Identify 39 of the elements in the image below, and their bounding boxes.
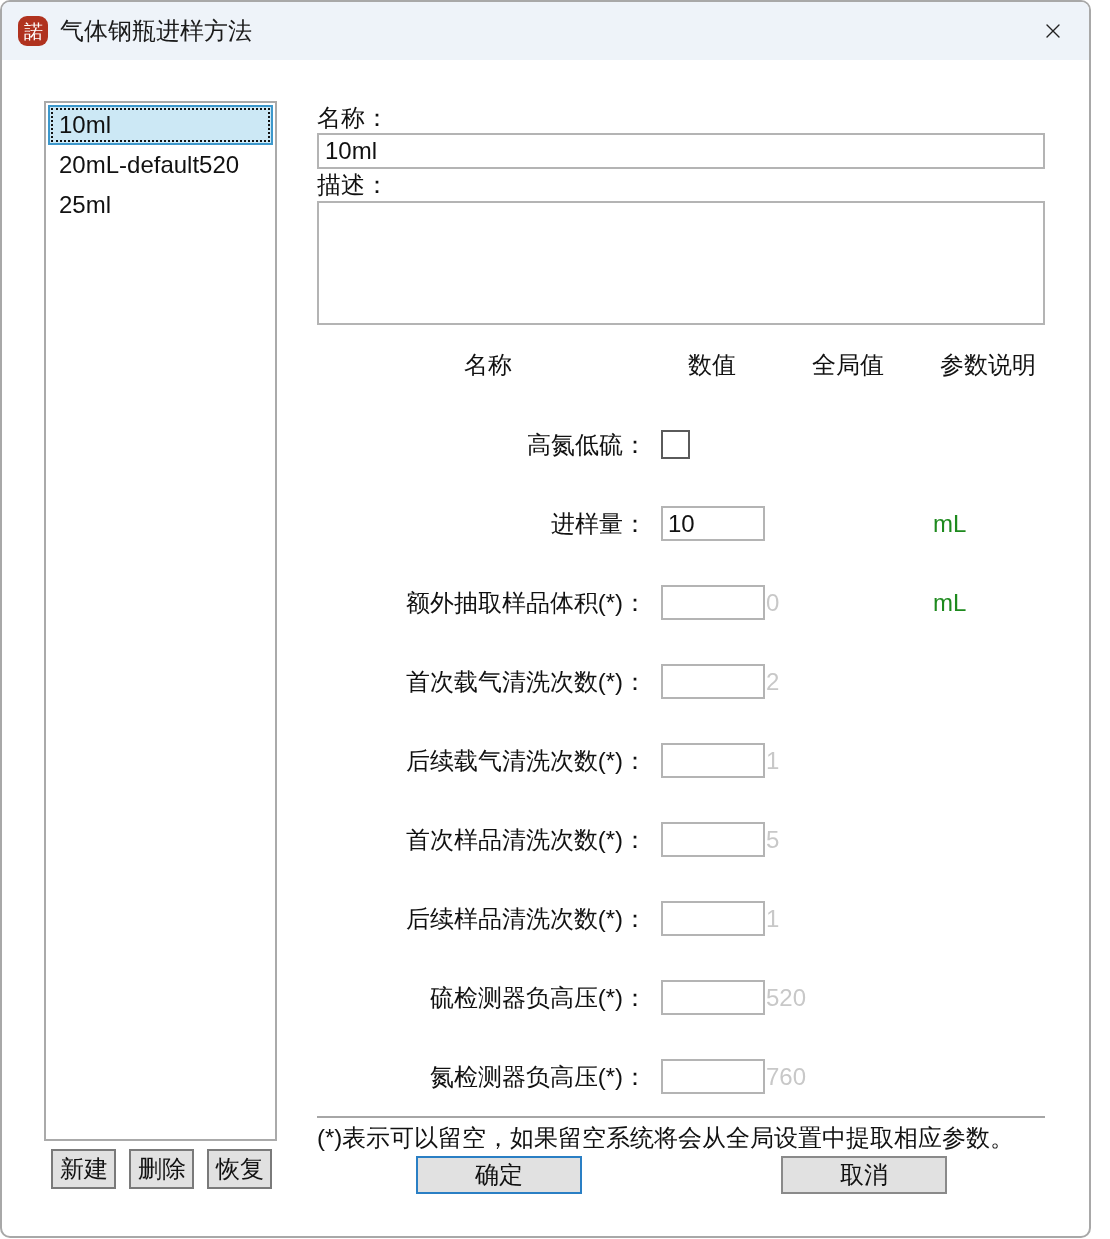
parameter-label: 氮检测器负高压(*)：	[429, 1061, 647, 1092]
unit-label: mL	[933, 508, 967, 539]
description-label: 描述：	[317, 170, 390, 200]
parameter-label: 额外抽取样品体积(*)：	[405, 587, 647, 618]
parameter-label: 后续载气清洗次数(*)：	[405, 745, 647, 776]
note-text: (*)表示可以留空，如果留空系统将会从全局设置中提取相应参数。	[317, 1123, 1016, 1153]
column-header: 数值	[688, 350, 736, 380]
method-list-item[interactable]: 20mL-default520	[48, 145, 273, 185]
parameter-label: 进样量：	[551, 508, 647, 539]
name-label: 名称：	[317, 103, 390, 133]
method-list-item[interactable]: 10ml	[48, 105, 273, 145]
column-header: 名称	[464, 350, 512, 380]
input-field[interactable]: 10	[661, 506, 765, 541]
input-field[interactable]	[661, 980, 765, 1015]
parameter-label: 高氮低硫：	[527, 429, 647, 460]
column-header: 参数说明	[940, 350, 1036, 380]
name-input[interactable]: 10ml	[317, 133, 1045, 169]
method-list-item[interactable]: 25ml	[48, 185, 273, 225]
column-header: 全局值	[812, 350, 884, 380]
input-field[interactable]	[661, 664, 765, 699]
dialog-button[interactable]: 取消	[781, 1156, 947, 1194]
list-action-button[interactable]: 新建	[51, 1149, 116, 1189]
parameter-label: 首次载气清洗次数(*)：	[405, 666, 647, 697]
list-action-button[interactable]: 删除	[129, 1149, 194, 1189]
dialog-button[interactable]: 确定	[416, 1156, 582, 1194]
input-field[interactable]	[661, 743, 765, 778]
input-field[interactable]	[661, 822, 765, 857]
window-title: 气体钢瓶进样方法	[60, 16, 252, 46]
app-logo: 諾	[18, 16, 48, 46]
checkbox[interactable]	[661, 430, 690, 459]
input-field[interactable]	[661, 1059, 765, 1094]
parameter-label: 后续样品清洗次数(*)：	[405, 903, 647, 934]
input-field[interactable]	[661, 585, 765, 620]
description-textarea[interactable]	[317, 201, 1045, 325]
input-field[interactable]	[661, 901, 765, 936]
parameter-label: 首次样品清洗次数(*)：	[405, 824, 647, 855]
parameter-label: 硫检测器负高压(*)：	[429, 982, 647, 1013]
list-action-button[interactable]: 恢复	[207, 1149, 272, 1189]
unit-label: mL	[933, 587, 967, 618]
